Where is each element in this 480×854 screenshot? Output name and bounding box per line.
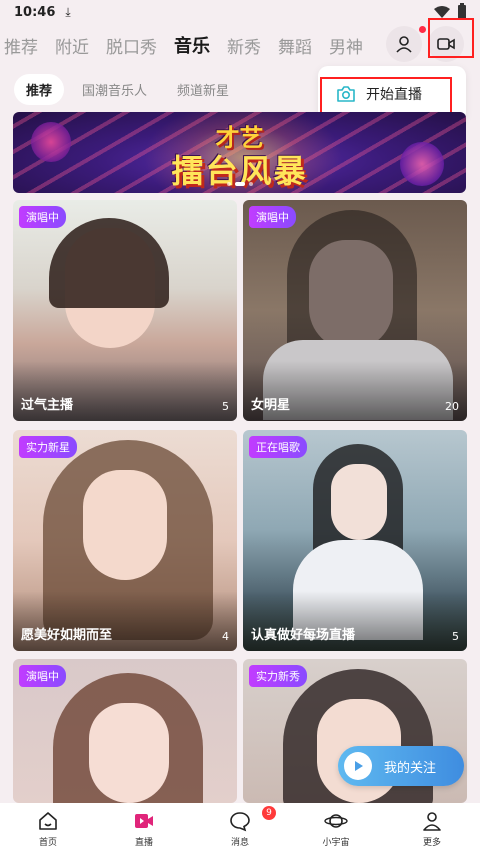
start-live-menu-item[interactable]: 开始直播 xyxy=(318,78,454,110)
live-card[interactable]: 演唱中 女明星 20 xyxy=(243,200,467,421)
status-badge: 演唱中 xyxy=(19,206,66,228)
subtab-newstar[interactable]: 频道新星 xyxy=(165,74,241,105)
card-title: 过气主播 xyxy=(21,398,74,413)
face-shape xyxy=(89,703,169,803)
nav-live[interactable]: 直播 xyxy=(96,803,192,854)
tab-music[interactable]: 音乐 xyxy=(174,32,210,58)
nav-more[interactable]: 更多 xyxy=(384,803,480,854)
my-follow-button[interactable]: 我的关注 xyxy=(338,746,464,786)
event-banner[interactable]: 才艺 擂台风暴 xyxy=(13,112,466,193)
live-card[interactable]: 正在唱歌 认真做好每场直播 5 xyxy=(243,430,467,651)
tab-recommend[interactable]: 推荐 xyxy=(4,33,38,58)
viewer-count: 4 xyxy=(222,630,229,643)
battery-icon xyxy=(458,3,466,19)
card-title: 愿美好如期而至 xyxy=(21,628,113,643)
viewer-count: 5 xyxy=(222,400,229,413)
message-icon xyxy=(230,811,250,831)
live-icon xyxy=(135,813,153,828)
status-badge: 演唱中 xyxy=(19,665,66,687)
nav-universe-label: 小宇宙 xyxy=(322,837,350,848)
sub-tabs: 推荐 国潮音乐人 频道新星 xyxy=(14,74,241,105)
viewer-count: 20 xyxy=(445,400,459,413)
card-title: 认真做好每场直播 xyxy=(251,628,356,643)
nav-universe[interactable]: 小宇宙 xyxy=(288,803,384,854)
video-camera-icon xyxy=(437,38,455,50)
subtab-recommend[interactable]: 推荐 xyxy=(14,74,65,105)
status-time: 10:46 xyxy=(14,4,56,20)
status-badge: 实力新秀 xyxy=(249,665,307,687)
start-live-button[interactable] xyxy=(428,26,464,62)
person-icon xyxy=(423,811,441,831)
pagination-dot xyxy=(227,182,231,186)
viewer-count: 5 xyxy=(452,630,459,643)
status-bar: 10:46 ⤓ xyxy=(0,0,480,24)
start-live-label: 开始直播 xyxy=(366,87,422,103)
nav-home-label: 首页 xyxy=(38,837,57,848)
nav-live-label: 直播 xyxy=(134,837,153,848)
live-card[interactable]: 实力新星 愿美好如期而至 4 xyxy=(13,430,237,651)
play-icon xyxy=(344,752,372,780)
planet-icon xyxy=(324,813,348,828)
banner-pagination xyxy=(0,182,480,186)
face-shape xyxy=(83,470,167,580)
tab-newstar[interactable]: 新秀 xyxy=(227,33,261,58)
status-badge: 演唱中 xyxy=(249,206,296,228)
live-card[interactable]: 演唱中 xyxy=(13,659,237,803)
profile-button[interactable] xyxy=(386,26,422,62)
status-badge: 正在唱歌 xyxy=(249,436,307,458)
home-icon xyxy=(39,811,57,830)
tab-talkshow[interactable]: 脱口秀 xyxy=(106,33,157,58)
category-tabs: 推荐 附近 脱口秀 音乐 新秀 舞蹈 男神 xyxy=(4,28,380,62)
top-nav: 推荐 附近 脱口秀 音乐 新秀 舞蹈 男神 xyxy=(0,18,480,68)
tab-nearby[interactable]: 附近 xyxy=(55,33,89,58)
nav-home[interactable]: 首页 xyxy=(0,803,96,854)
pagination-dot xyxy=(249,182,253,186)
tab-dance[interactable]: 舞蹈 xyxy=(278,33,312,58)
notification-dot xyxy=(419,26,426,33)
live-card[interactable]: 演唱中 过气主播 5 xyxy=(13,200,237,421)
user-icon xyxy=(396,36,412,53)
face-shape xyxy=(331,464,387,540)
download-icon: ⤓ xyxy=(65,4,71,19)
camera-icon xyxy=(337,86,355,102)
card-title: 女明星 xyxy=(251,398,291,413)
nav-more-label: 更多 xyxy=(422,837,441,848)
bottom-nav: 首页 直播 消息 小宇宙 更多 xyxy=(0,803,480,854)
pagination-dot-active xyxy=(235,182,245,186)
nav-messages-label: 消息 xyxy=(230,837,249,848)
top-icons xyxy=(360,18,480,68)
my-follow-label: 我的关注 xyxy=(384,760,437,776)
tab-male[interactable]: 男神 xyxy=(329,33,363,58)
message-count-badge: 9 xyxy=(262,806,276,820)
wifi-icon xyxy=(434,6,450,18)
subtab-guochao[interactable]: 国潮音乐人 xyxy=(70,74,159,105)
status-badge: 实力新星 xyxy=(19,436,77,458)
